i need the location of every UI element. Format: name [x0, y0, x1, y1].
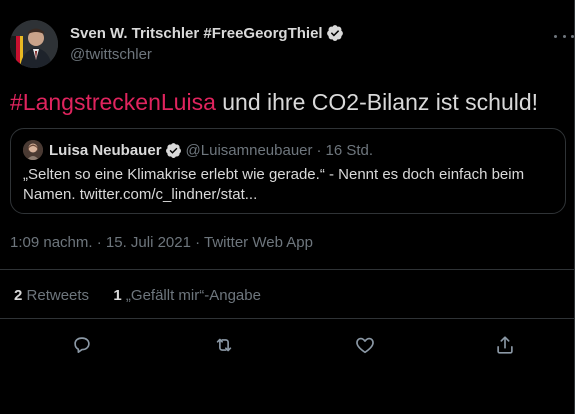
- share-icon[interactable]: [494, 334, 516, 356]
- author-display-name[interactable]: Sven W. Tritschler #FreeGeorgThiel: [70, 25, 323, 42]
- tweet-text-rest: und ihre CO2-Bilanz ist schuld!: [215, 89, 539, 115]
- retweet-icon[interactable]: [213, 334, 235, 356]
- retweets-stat[interactable]: 2 Retweets: [14, 287, 89, 304]
- tweet-text: #LangstreckenLuisa und ihre CO2-Bilanz i…: [10, 88, 538, 116]
- quoted-tweet-text: „Selten so eine Klimakrise erlebt wie ge…: [23, 166, 525, 203]
- author-name[interactable]: Sven W. Tritschler #FreeGeorgThiel: [70, 24, 344, 42]
- author-avatar[interactable]: [10, 20, 58, 68]
- quoted-tweet-card[interactable]: Luisa Neubauer @Luisamneubauer · 16 Std.…: [10, 128, 566, 214]
- tweet-actions: [0, 334, 575, 356]
- tweet-timestamp[interactable]: 1:09 nachm. · 15. Juli 2021 · Twitter We…: [10, 234, 313, 251]
- quoted-author-name: Luisa Neubauer: [49, 141, 162, 159]
- reply-icon[interactable]: [71, 334, 93, 356]
- retweets-count: 2: [14, 287, 23, 304]
- hashtag-link[interactable]: #LangstreckenLuisa: [10, 89, 216, 115]
- quoted-separator: ·: [316, 141, 322, 159]
- tweet-stats: 2 Retweets 1 „Gefällt mir“-Angabe: [14, 287, 261, 304]
- author-handle[interactable]: @twittschler: [70, 46, 344, 63]
- verified-badge-icon: [326, 24, 344, 42]
- likes-count: 1: [113, 287, 122, 304]
- likes-stat[interactable]: 1 „Gefällt mir“-Angabe: [113, 287, 261, 304]
- divider: [0, 318, 575, 319]
- tweet-detail: Sven W. Tritschler #FreeGeorgThiel @twit…: [0, 0, 575, 414]
- heart-icon[interactable]: [354, 334, 376, 356]
- tweet-author[interactable]: Sven W. Tritschler #FreeGeorgThiel @twit…: [10, 20, 344, 68]
- likes-label: „Gefällt mir“-Angabe: [125, 287, 261, 304]
- divider: [0, 269, 575, 270]
- quoted-time: 16 Std.: [325, 141, 374, 159]
- verified-badge-icon: [165, 142, 182, 159]
- more-icon[interactable]: [554, 26, 574, 46]
- quoted-author-avatar: [23, 140, 43, 160]
- retweets-label: Retweets: [26, 287, 90, 304]
- quoted-author-handle: @Luisamneubauer: [185, 141, 313, 159]
